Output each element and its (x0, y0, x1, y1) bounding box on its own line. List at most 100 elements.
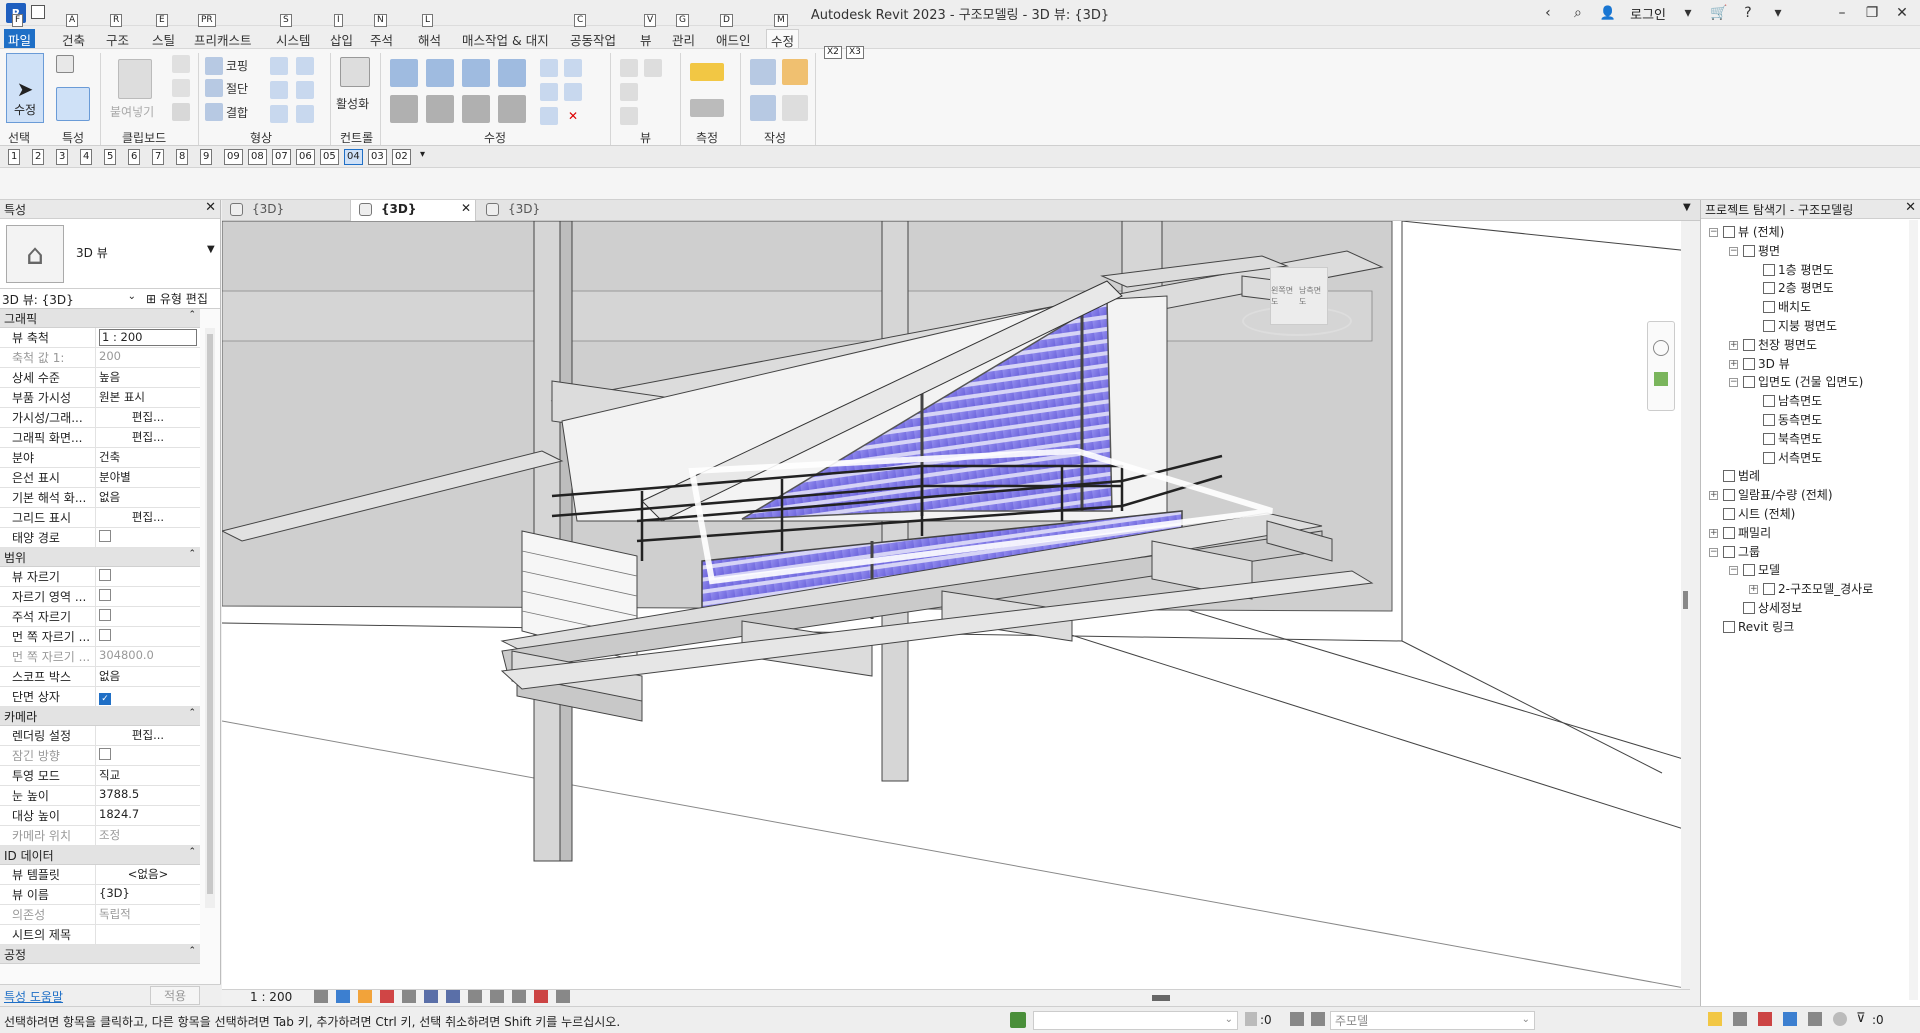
select-links-icon[interactable] (1708, 1012, 1722, 1026)
instance-filter-select[interactable]: 3D 뷰: {3D} ⌄ (2, 291, 140, 308)
collapse-toggle-icon[interactable]: − (1729, 246, 1738, 256)
property-value[interactable]: 1 : 200 (96, 328, 200, 347)
dimension-icon[interactable] (690, 99, 724, 117)
horizontal-scroll-thumb[interactable] (1152, 995, 1170, 1001)
property-group-header[interactable]: 그래픽 ⌃ (0, 309, 200, 328)
steering-wheel-icon[interactable] (1653, 340, 1669, 356)
browser-tree-node[interactable]: 북측면도 (1763, 430, 1822, 448)
rotate-icon[interactable] (462, 95, 490, 123)
cut-geometry-icon[interactable] (205, 79, 223, 97)
collapse-icon[interactable]: ⌃ (188, 946, 196, 956)
close-tab-icon[interactable]: ✕ (461, 201, 471, 215)
geometry-tool-1-icon[interactable] (270, 57, 288, 75)
view-tool-3-icon[interactable] (620, 83, 638, 101)
type-dropdown-icon[interactable]: ▼ (207, 244, 215, 255)
browser-tree-node[interactable]: 남측면도 (1763, 392, 1822, 410)
expand-toggle-icon[interactable]: + (1729, 359, 1738, 369)
browser-tree-node[interactable]: 1층 평면도 (1763, 261, 1834, 279)
login-link[interactable]: 로그인 (1630, 4, 1666, 23)
create-part-icon[interactable] (750, 59, 776, 85)
ribbon-tab[interactable]: 공동작업 (566, 29, 620, 48)
select-by-face-icon[interactable] (1783, 1012, 1797, 1026)
join-label[interactable]: 결합 (226, 104, 248, 121)
qat-button[interactable]: 07 (272, 149, 291, 165)
browser-tree-node[interactable]: 3D 뷰 (1743, 355, 1790, 373)
filter-icon[interactable]: ⊽ (1856, 1011, 1866, 1026)
viewcube-front-face[interactable]: 남측면도 (1299, 285, 1327, 307)
pin-icon[interactable] (540, 107, 558, 125)
browser-tree-node[interactable]: 천장 평면도 (1743, 336, 1817, 354)
collapse-toggle-icon[interactable]: − (1709, 547, 1718, 557)
property-value[interactable]: 1824.7 (96, 806, 200, 825)
select-pinned-icon[interactable] (1758, 1012, 1772, 1026)
collapse-icon[interactable]: ⌃ (188, 310, 196, 320)
view-tool-1-icon[interactable] (620, 59, 638, 77)
ribbon-tab[interactable]: 주석 (366, 29, 397, 48)
qat-button[interactable]: 6 (128, 149, 141, 165)
geometry-tool-3-icon[interactable] (270, 81, 288, 99)
browser-tree-node[interactable]: 입면도 (건물 입면도) (1743, 373, 1863, 391)
ribbon-panel-label[interactable]: 뷰 (640, 129, 651, 146)
property-value[interactable] (96, 587, 200, 606)
array-icon[interactable] (540, 83, 558, 101)
qat-button[interactable]: 8 (176, 149, 189, 165)
background-process-icon[interactable] (1833, 1012, 1847, 1026)
browser-tree-node[interactable]: 일람표/수량 (전체) (1723, 486, 1833, 504)
qat-button[interactable]: 06 (296, 149, 315, 165)
delete-icon[interactable]: ✕ (564, 107, 582, 125)
modify-button[interactable]: ➤ 수정 (6, 53, 44, 123)
property-checkbox[interactable] (99, 589, 111, 601)
move-icon[interactable] (390, 95, 418, 123)
geometry-tool-5-icon[interactable] (270, 105, 288, 123)
close-browser-icon[interactable]: ✕ (1905, 200, 1916, 215)
visual-style-icon[interactable] (336, 990, 350, 1003)
scale-icon[interactable] (564, 83, 582, 101)
view-scale-label[interactable]: 1 : 200 (250, 990, 292, 1004)
view-tool-4-icon[interactable] (620, 107, 638, 125)
browser-tree-node[interactable]: 패밀리 (1723, 524, 1771, 542)
property-checkbox[interactable] (99, 569, 111, 581)
qat-button[interactable]: 5 (104, 149, 117, 165)
property-value[interactable]: 없음 (96, 667, 200, 686)
view-tab[interactable]: {3D} ✕ (350, 200, 476, 221)
qat-button[interactable]: 2 (32, 149, 45, 165)
chevron-down-icon[interactable]: ⌄ (128, 291, 136, 302)
property-value[interactable] (96, 567, 200, 586)
property-value[interactable] (96, 607, 200, 626)
property-value[interactable]: ✓ (96, 687, 200, 706)
mirror-draw-icon[interactable] (498, 59, 526, 87)
browser-scrollbar[interactable] (1909, 220, 1918, 1000)
browser-tree-node[interactable]: 2-구조모델_경사로 (1763, 580, 1873, 598)
ribbon-panel-label[interactable]: 특성 (62, 129, 84, 146)
activate-label[interactable]: 활성화 (336, 95, 369, 112)
property-group-header[interactable]: 범위 ⌃ (0, 548, 200, 567)
create-assembly-icon[interactable] (782, 59, 808, 85)
qat-button[interactable]: 1 (8, 149, 21, 165)
qat-button[interactable]: 02 (392, 149, 411, 165)
activate-icon[interactable] (340, 57, 370, 87)
properties-help-link[interactable]: 특성 도움말 (4, 988, 63, 1005)
browser-tree-node[interactable]: 뷰 (전체) (1723, 223, 1784, 241)
ribbon-panel-label[interactable]: 측정 (696, 129, 718, 146)
browser-tree-node[interactable]: 2층 평면도 (1763, 279, 1834, 297)
analytical-model-icon[interactable] (556, 990, 570, 1003)
property-value[interactable]: 건축 (96, 448, 200, 467)
join-icon[interactable] (205, 103, 223, 121)
property-value[interactable]: 편집... (96, 428, 200, 447)
design-options-icon[interactable] (1290, 1012, 1304, 1026)
minimize-icon[interactable]: – (1834, 5, 1850, 21)
ribbon-tab[interactable]: 애드인 (712, 29, 755, 48)
match-type-icon[interactable] (172, 103, 190, 121)
property-value[interactable]: 없음 (96, 488, 200, 507)
property-input[interactable]: 1 : 200 (99, 329, 197, 346)
help-dropdown-icon[interactable]: ▾ (1770, 5, 1786, 21)
property-value[interactable] (96, 925, 200, 944)
cope-label[interactable]: 코핑 (226, 57, 248, 74)
cope-icon[interactable] (205, 57, 223, 75)
edit-type-button[interactable]: ⊞ 유형 편집 (146, 290, 208, 307)
show-crop-icon[interactable] (446, 990, 460, 1003)
chevron-down-icon[interactable]: ⌄ (1522, 1014, 1530, 1025)
paste-icon[interactable] (118, 59, 152, 99)
expand-toggle-icon[interactable]: + (1749, 585, 1758, 595)
help-icon[interactable]: ? (1740, 5, 1756, 21)
